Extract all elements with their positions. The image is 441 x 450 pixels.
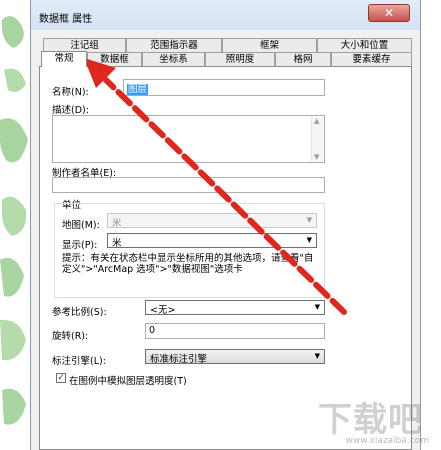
rotation-input[interactable]: 0 bbox=[145, 323, 325, 339]
scroll-down-icon[interactable]: ▼ bbox=[314, 153, 319, 161]
tab-general[interactable]: 常规 bbox=[41, 51, 87, 67]
name-label: 名称(N): bbox=[52, 87, 89, 98]
reference-scale-label: 参考比例(S): bbox=[52, 307, 107, 318]
display-units-select[interactable]: 米 ▼ bbox=[107, 233, 317, 249]
chevron-down-icon: ▼ bbox=[314, 352, 320, 360]
description-textarea[interactable]: ▲ ▼ bbox=[52, 115, 325, 163]
tab-feature-cache[interactable]: 要素缓存 bbox=[331, 52, 412, 66]
label-engine-value: 标准标注引擎 bbox=[150, 354, 208, 365]
watermark-logo: 下载吧 www.xiazaiba.com bbox=[310, 388, 435, 446]
tab-coordinate-system[interactable]: 坐标系 bbox=[142, 52, 205, 66]
tab-grids[interactable]: 格网 bbox=[275, 52, 331, 66]
scroll-up-icon[interactable]: ▲ bbox=[314, 117, 319, 125]
map-units-label: 地图(M): bbox=[62, 220, 100, 231]
label-engine-label: 标注引擎(L): bbox=[52, 356, 106, 367]
chevron-down-icon: ▼ bbox=[306, 216, 312, 224]
chevron-down-icon: ▼ bbox=[306, 236, 312, 244]
map-units-select[interactable]: 米 ▼ bbox=[107, 213, 317, 229]
rotation-value: 0 bbox=[149, 325, 156, 336]
reference-scale-select[interactable]: <无> ▼ bbox=[145, 300, 325, 316]
close-button[interactable]: ✕ bbox=[368, 4, 410, 22]
display-units-value: 米 bbox=[112, 238, 122, 249]
title-bar[interactable]: 数据框 属性 ✕ bbox=[31, 0, 420, 30]
label-engine-select[interactable]: 标准标注引擎 ▼ bbox=[145, 349, 325, 365]
units-hint-text: 提示：有关在状态栏中显示坐标所用的其他选项，请查看"自定义">"ArcMap 选… bbox=[62, 253, 314, 275]
tab-frame[interactable]: 框架 bbox=[222, 38, 317, 52]
name-value: 图层 bbox=[127, 84, 149, 95]
window-title: 数据框 属性 bbox=[39, 14, 93, 25]
simulate-transparency-checkbox[interactable]: ✓ bbox=[56, 373, 66, 383]
rotation-label: 旋转(R): bbox=[52, 331, 89, 342]
description-label: 描述(D): bbox=[52, 105, 89, 116]
data-frame-properties-dialog: 数据框 属性 ✕ 注记组 范围指示器 框架 大小和位置 常规 数据框 坐标系 照… bbox=[30, 0, 421, 450]
map-units-value: 米 bbox=[112, 218, 122, 229]
description-scrollbar[interactable]: ▲ ▼ bbox=[311, 117, 323, 161]
tab-annotation-groups[interactable]: 注记组 bbox=[43, 38, 126, 52]
tab-size-and-position[interactable]: 大小和位置 bbox=[317, 38, 412, 52]
reference-scale-value: <无> bbox=[150, 305, 176, 316]
tab-illumination[interactable]: 照明度 bbox=[205, 52, 275, 66]
watermark-text: 下载吧 bbox=[318, 400, 423, 440]
display-units-label: 显示(P): bbox=[62, 240, 98, 251]
simulate-transparency-label: 在图例中模拟图层透明度(T) bbox=[69, 376, 187, 387]
name-input[interactable]: 图层 bbox=[123, 79, 325, 96]
credits-input[interactable] bbox=[52, 177, 325, 193]
chevron-down-icon: ▼ bbox=[314, 303, 320, 311]
watermark-url: www.xiazaiba.com bbox=[345, 436, 429, 446]
tab-extent-indicators[interactable]: 范围指示器 bbox=[126, 38, 222, 52]
tab-data-frame[interactable]: 数据框 bbox=[87, 52, 142, 66]
